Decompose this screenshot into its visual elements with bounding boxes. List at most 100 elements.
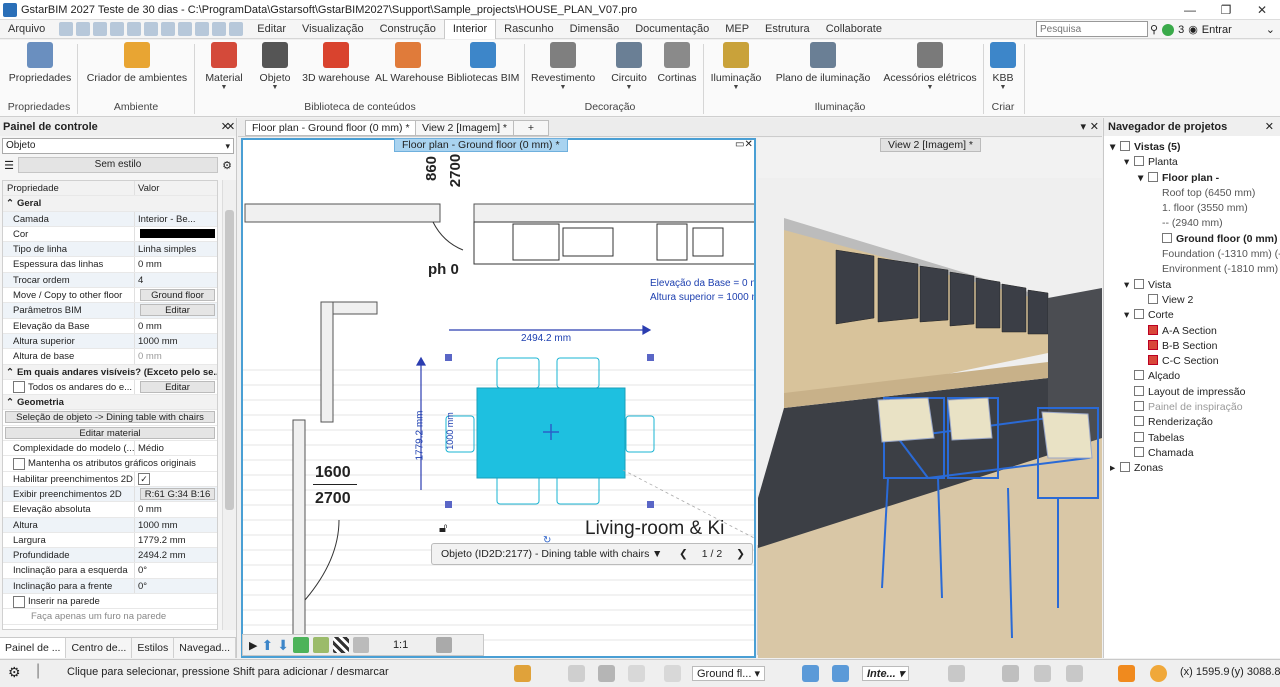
layers-icon[interactable]	[352, 637, 369, 653]
view-2-panel[interactable]	[758, 138, 1102, 658]
tree-item[interactable]: -- (2940 mm)	[1104, 216, 1280, 231]
property-action-button[interactable]: Seleção de objeto -> Dining table with c…	[5, 411, 215, 424]
tree-item[interactable]: C-C Section	[1104, 354, 1280, 369]
tree-item[interactable]: View 2	[1104, 293, 1280, 308]
property-value[interactable]: 0 mm	[135, 319, 217, 333]
property-value[interactable]: 0 mm	[135, 349, 217, 363]
angle-icon[interactable]	[628, 665, 645, 682]
property-value[interactable]: 4	[135, 273, 217, 287]
collapse-icon[interactable]: ⌃	[3, 365, 14, 379]
tree-item[interactable]: B-B Section	[1104, 339, 1280, 354]
close-view-icon[interactable]: ✕	[1090, 120, 1099, 133]
floor-plan-view[interactable]: 860 2700 ph 0 Elevação da Base = 0 mm Al…	[241, 138, 756, 658]
line-icon[interactable]	[195, 22, 210, 36]
tab-design-center[interactable]: Centro de...	[66, 638, 133, 658]
tab-control-panel[interactable]: Painel de ...	[0, 638, 67, 658]
tree-item[interactable]: ▾ Planta	[1104, 155, 1280, 170]
tree-item[interactable]: ▸ Zonas	[1104, 461, 1280, 476]
lighting-plan-button[interactable]: Plano de iluminação	[775, 42, 871, 84]
3d-warehouse-button[interactable]: 3D warehouse	[302, 42, 370, 84]
property-value[interactable]: 1000 mm	[135, 334, 217, 348]
tree-item[interactable]: Alçado	[1104, 369, 1280, 384]
property-value[interactable]: 2494.2 mm	[135, 548, 217, 562]
object-dropdown-icon[interactable]: ▼	[652, 548, 672, 560]
prev-object-button[interactable]: ❮	[679, 548, 688, 560]
menu-tab-rascunho[interactable]: Rascunho	[496, 20, 562, 39]
collapse-icon[interactable]: ⌃	[3, 196, 14, 210]
curtains-button[interactable]: Cortinas	[656, 42, 698, 84]
save-icon[interactable]	[93, 22, 108, 36]
cursor-icon[interactable]	[664, 665, 681, 682]
property-button[interactable]: Editar	[140, 380, 215, 393]
tree-item[interactable]: A-A Section	[1104, 324, 1280, 339]
property-value[interactable]: Linha simples	[135, 242, 217, 256]
floor-up-icon[interactable]	[802, 665, 819, 682]
tree-item[interactable]: ▾ Vista	[1104, 278, 1280, 293]
tree-item[interactable]: 1. floor (3550 mm)	[1104, 201, 1280, 216]
close-tab-icon[interactable]: ✕	[226, 120, 235, 133]
menu-tab-editar[interactable]: Editar	[249, 20, 294, 39]
property-button[interactable]: Ground floor	[140, 289, 215, 302]
tree-item[interactable]: ▾ Corte	[1104, 308, 1280, 323]
add-tab-button[interactable]: +	[513, 120, 549, 136]
tree-item[interactable]: Tabelas	[1104, 431, 1280, 446]
menu-tab-collaborate[interactable]: Collaborate	[818, 20, 890, 39]
minimize-button[interactable]: —	[1172, 0, 1208, 20]
tab-view-2[interactable]: View 2 [Imagem] *	[415, 120, 515, 136]
menu-file[interactable]: Arquivo	[0, 20, 53, 39]
gear-icon[interactable]: ⚙	[220, 159, 234, 172]
close-navigator-icon[interactable]: ✕	[1265, 118, 1274, 136]
tree-item[interactable]: Roof top (6450 mm)	[1104, 186, 1280, 201]
checkbox[interactable]	[13, 381, 25, 394]
login-link[interactable]: Entrar	[1202, 24, 1232, 36]
select-icon[interactable]	[144, 22, 159, 36]
menu-tab-construcao[interactable]: Construção	[372, 20, 444, 39]
property-value[interactable]: Interior - Be...	[135, 212, 217, 226]
property-value[interactable]: 0°	[135, 579, 217, 593]
floor-down-icon[interactable]	[832, 665, 849, 682]
property-scrollbar[interactable]	[222, 180, 236, 630]
expand-arrow-icon[interactable]: ▾	[1110, 140, 1120, 155]
tree-item[interactable]: Ground floor (0 mm)	[1104, 232, 1280, 247]
wand-icon[interactable]	[514, 665, 531, 682]
checkbox-checked[interactable]: ✓	[138, 473, 150, 486]
object-type-select[interactable]: Objeto	[2, 138, 234, 154]
lock-icon[interactable]: 🔓︎	[439, 520, 447, 536]
grid-snap-icon[interactable]	[568, 665, 585, 682]
grid-icon[interactable]	[292, 637, 309, 653]
menu-tab-visualizacao[interactable]: Visualização	[294, 20, 372, 39]
layer-select[interactable]: Inte... ▾	[862, 666, 910, 681]
tree-item[interactable]: Chamada	[1104, 446, 1280, 461]
search-input[interactable]	[1036, 21, 1148, 37]
properties-button[interactable]: Propriedades	[8, 42, 72, 84]
undo-icon[interactable]	[110, 22, 125, 36]
floor-select[interactable]: Ground fl... ▾	[692, 666, 765, 681]
open-folder-icon[interactable]	[76, 22, 91, 36]
property-value[interactable]: 0 mm	[135, 502, 217, 516]
property-button[interactable]: Editar	[140, 304, 215, 317]
tab-menu-icon[interactable]: ▾	[1080, 120, 1086, 133]
tree-item[interactable]: Painel de inspiração	[1104, 400, 1280, 415]
checkbox[interactable]	[13, 595, 25, 608]
tree-item[interactable]: Layout de impressão	[1104, 385, 1280, 400]
property-action-button[interactable]: Editar material	[5, 426, 215, 439]
redo-icon[interactable]	[127, 22, 142, 36]
next-object-button[interactable]: ❯	[736, 548, 745, 560]
floor-plan-window-controls[interactable]: ▭✕	[735, 139, 753, 150]
tree-item[interactable]: Renderização	[1104, 415, 1280, 430]
tree-item[interactable]: ▾ Vistas (5)	[1104, 140, 1280, 155]
expand-arrow-icon[interactable]: ▾	[1138, 171, 1148, 186]
checker-icon[interactable]	[332, 637, 349, 653]
magnet-icon[interactable]	[598, 665, 615, 682]
close-button[interactable]: ✕	[1244, 0, 1280, 20]
tree-item[interactable]: Foundation (-1310 mm) (-1	[1104, 247, 1280, 262]
new-file-icon[interactable]	[59, 22, 74, 36]
view-3d-icon[interactable]	[436, 637, 453, 653]
floor-plan-canvas[interactable]	[243, 140, 756, 658]
menu-icon[interactable]: ☰	[2, 159, 16, 172]
tree-item[interactable]: ▾ Floor plan -	[1104, 171, 1280, 186]
settings-gear-icon[interactable]: ⚙	[8, 664, 21, 681]
material-button[interactable]: Material ▼	[201, 42, 247, 92]
play-icon[interactable]: ▶	[249, 639, 257, 652]
expand-arrow-icon[interactable]: ▾	[1124, 308, 1134, 323]
